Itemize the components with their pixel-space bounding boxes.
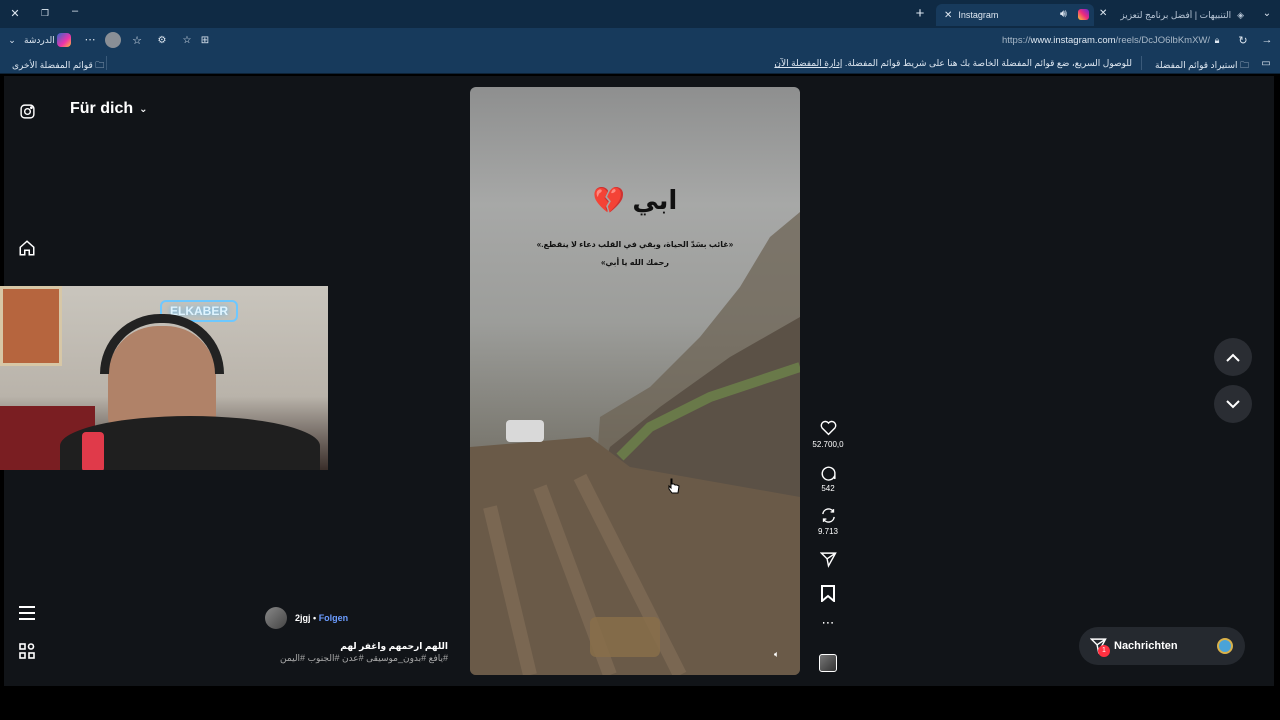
favorites-hint-text: للوصول السريع، ضع قوائم المفضلة الخاصة ب… [844,58,1132,68]
feed-selector[interactable]: Für dich ⌄ [70,100,148,118]
chat-label[interactable]: الدردشة [24,35,55,46]
messages-button[interactable]: 1 Nachrichten [1079,627,1245,665]
messages-label: Nachrichten [1114,640,1178,652]
contact-avatar [1217,638,1233,654]
favorites-menu-icon[interactable]: ▭ [1259,56,1273,70]
extensions-icon[interactable]: ⚙ [155,33,169,47]
chevron-down-icon[interactable]: ⌄ [6,33,18,47]
repost-count: 9.713 [817,527,839,536]
instagram-logo-icon[interactable] [17,101,37,121]
bookmark-icon[interactable] [821,585,836,604]
divider [1141,56,1142,70]
speaker-icon[interactable]: 🔊︎ [1060,8,1067,21]
author-avatar[interactable] [265,607,287,629]
tab-favicon-icon: ◈ [1237,9,1244,20]
restore-window-icon[interactable]: ❐ [38,6,52,20]
more-options-icon[interactable]: ⋯ [818,616,838,630]
more-menu-icon[interactable]: ⋯ [83,32,97,46]
overlay-title: 💔 ابي [470,185,800,216]
tab2-close-icon[interactable]: ✕ [1099,8,1107,19]
share-icon[interactable] [819,551,837,568]
chevron-up-icon [1226,353,1240,362]
author-username[interactable]: 2jgj [295,613,311,623]
repost-icon[interactable] [820,507,837,524]
tab-instagram[interactable]: ✕ Instagram 🔊︎ [936,4,1094,26]
next-reel-button[interactable] [1214,385,1252,423]
hand-cursor-icon [668,478,680,494]
heart-icon[interactable] [820,420,837,436]
other-favorites[interactable]: 🗀 قوائم المفضلة الأخرى [12,58,104,74]
url-prefix: https:// [1002,35,1031,46]
previous-reel-button[interactable] [1214,338,1252,376]
browser-tab-bar: ✕ ❐ – + ✕ Instagram 🔊︎ ✕ التنبيهات | أفض… [0,0,1280,28]
feed-title: Für dich [70,100,134,117]
chevron-down-icon [1226,399,1240,408]
post-hashtags[interactable]: #يافع #بدون_موسيقى #عدن #الجنوب #اليمن [268,653,448,664]
repost-action[interactable]: 9.713 [808,507,848,536]
favorite-star-icon[interactable]: ☆ [180,32,194,48]
url-path: /reels/DcJO6lbKmXW/ [1115,35,1211,46]
folder-icon: 🗀 [95,60,105,70]
headphones [100,314,224,374]
url-domain: www.instagram.com [1030,35,1116,46]
other-favorites-label: قوائم المفضلة الأخرى [12,60,93,70]
manage-favorites-link[interactable]: إدارة المفضلة الآن [774,58,842,68]
author-line: 2jgj • Folgen [295,613,348,623]
url-text: https://www.instagram.com/reels/DcJO6lbK… [1002,35,1210,46]
favorites-hint: للوصول السريع، ضع قوائم المفضلة الخاصة ب… [774,58,1132,69]
favorites-bar: 🗀 قوائم المفضلة الأخرى للوصول السريع، ضع… [0,52,1280,74]
webcam-overlay: ELKABER [0,286,328,470]
split-screen-icon[interactable]: ⊞ [198,32,212,48]
overlay-line-1: «غائب بسَدّ الحياة، وبقي في القلب دعاء ل… [536,240,734,249]
tab-list-chevron-icon[interactable]: ⌄ [1260,6,1274,20]
sound-icon[interactable]: 🔈︎ [774,649,779,660]
address-toolbar: ⌄ الدردشة ⋯ ☆ ⚙ ☆ ⊞ https://www.instagra… [0,28,1280,52]
overlay-line-2: رحمك الله يا أبي» [600,258,669,267]
import-favorites-label: استيراد قوائم المفضلة [1155,60,1238,70]
home-icon[interactable] [17,238,37,258]
menu-icon[interactable] [17,603,37,623]
comment-action[interactable]: 542 [808,464,848,493]
bottom-black-bar [0,686,1280,720]
more-apps-icon[interactable] [17,641,37,661]
copilot-icon[interactable] [57,33,71,47]
tab-notifications-label: التنبيهات | أفضل برنامج لتعزيز البث [1120,9,1232,20]
broken-heart-icon: 💔 [592,185,626,215]
wall-painting [0,286,62,366]
forward-arrow-icon[interactable]: → [1260,33,1274,47]
comment-count: 542 [821,484,835,493]
tab-instagram-label: Instagram [958,10,999,20]
tab-close-icon[interactable]: ✕ [944,10,952,21]
minimize-window-icon[interactable]: – [68,4,82,18]
import-favorites-button[interactable]: 🗀 استيراد قوائم المفضلة [1155,58,1249,74]
audio-thumbnail[interactable] [819,654,837,672]
comment-icon[interactable] [820,464,837,481]
like-action[interactable]: 52.700,0 [808,420,848,449]
instagram-favicon-icon [1078,9,1089,20]
tab-notifications[interactable]: التنبيهات | أفضل برنامج لتعزيز البث ◈ [1112,4,1252,26]
profile-avatar[interactable] [105,32,121,48]
lock-icon[interactable]: 🔒︎ [1210,32,1224,48]
url-field[interactable]: ☆ ⊞ https://www.instagram.com/reels/DcJO… [175,31,1220,49]
follow-button[interactable]: Folgen [319,613,349,623]
refresh-icon[interactable]: ↻ [1236,33,1250,47]
reel-video[interactable]: 💔 ابي «غائب بسَدّ الحياة، وبقي في القلب … [470,87,800,675]
overlay-title-text: ابي [632,185,678,215]
divider [106,56,107,70]
post-caption: اللهم ارحمهم واغفر لهم [340,641,448,651]
microphone [82,432,104,470]
close-window-icon[interactable]: ✕ [8,6,22,20]
like-count: 52.700,0 [812,440,844,449]
messages-badge: 1 [1098,645,1110,657]
collections-icon[interactable]: ☆ [130,33,144,47]
import-icon: 🗀 [1240,60,1250,70]
video-scene [470,212,800,675]
new-tab-icon[interactable]: + [912,5,928,22]
chevron-down-icon: ⌄ [139,103,148,115]
